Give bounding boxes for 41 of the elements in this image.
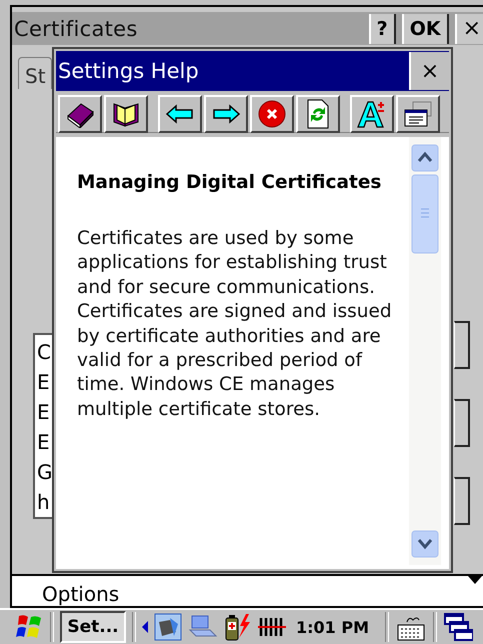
back-button[interactable]	[158, 94, 202, 132]
refresh-page-icon	[305, 98, 331, 128]
list-item[interactable]: h	[37, 487, 50, 517]
clock[interactable]: 1:01 PM	[296, 618, 370, 636]
close-button[interactable]: ×	[454, 14, 483, 44]
help-heading: Managing Digital Certificates	[77, 171, 382, 195]
side-button[interactable]	[454, 321, 470, 369]
forward-button[interactable]	[204, 94, 248, 132]
close-button[interactable]: ×	[409, 52, 449, 90]
help-paragraph: Certificates are used by some applications for establishing trust and for secure communications. Certificates are signed and issued by certificate authorities and are valid for a prescribed period of time. Windows CE manages multiple certificate stores.	[77, 227, 393, 422]
side-button[interactable]	[454, 477, 470, 525]
taskbar-button[interactable]: Set...	[60, 611, 126, 643]
window-icon	[403, 100, 433, 128]
network-icon[interactable]	[154, 612, 182, 642]
tab[interactable]: St	[18, 57, 52, 89]
window-title: Certificates	[14, 16, 139, 40]
options-label[interactable]: Options	[42, 582, 120, 606]
index-button[interactable]	[104, 94, 148, 132]
windows-icon[interactable]	[443, 612, 474, 642]
dropdown-arrow-icon[interactable]	[467, 576, 483, 586]
stop-button[interactable]	[250, 94, 294, 132]
left-arrow-icon	[165, 104, 195, 124]
list-item[interactable]: E	[37, 367, 50, 397]
right-arrow-icon	[211, 104, 241, 124]
tray-arrow-icon[interactable]	[142, 621, 148, 633]
signal-bars-icon[interactable]	[258, 616, 286, 638]
help-button[interactable]: ?	[368, 14, 396, 44]
start-icon[interactable]	[16, 613, 44, 641]
battery-icon[interactable]	[224, 612, 252, 642]
dialog-title: Settings Help	[57, 59, 200, 83]
contents-button[interactable]	[58, 94, 102, 132]
side-button[interactable]	[454, 399, 470, 447]
window-button[interactable]	[396, 94, 440, 132]
list-item[interactable]: G	[37, 457, 52, 487]
stop-icon	[257, 98, 287, 128]
list-item[interactable]: C	[37, 337, 51, 367]
font-size-button[interactable]	[350, 94, 394, 132]
ok-button[interactable]: OK	[402, 14, 449, 44]
list-item[interactable]: E	[37, 427, 50, 457]
refresh-button[interactable]	[296, 94, 340, 132]
list-item[interactable]: E	[37, 397, 50, 427]
